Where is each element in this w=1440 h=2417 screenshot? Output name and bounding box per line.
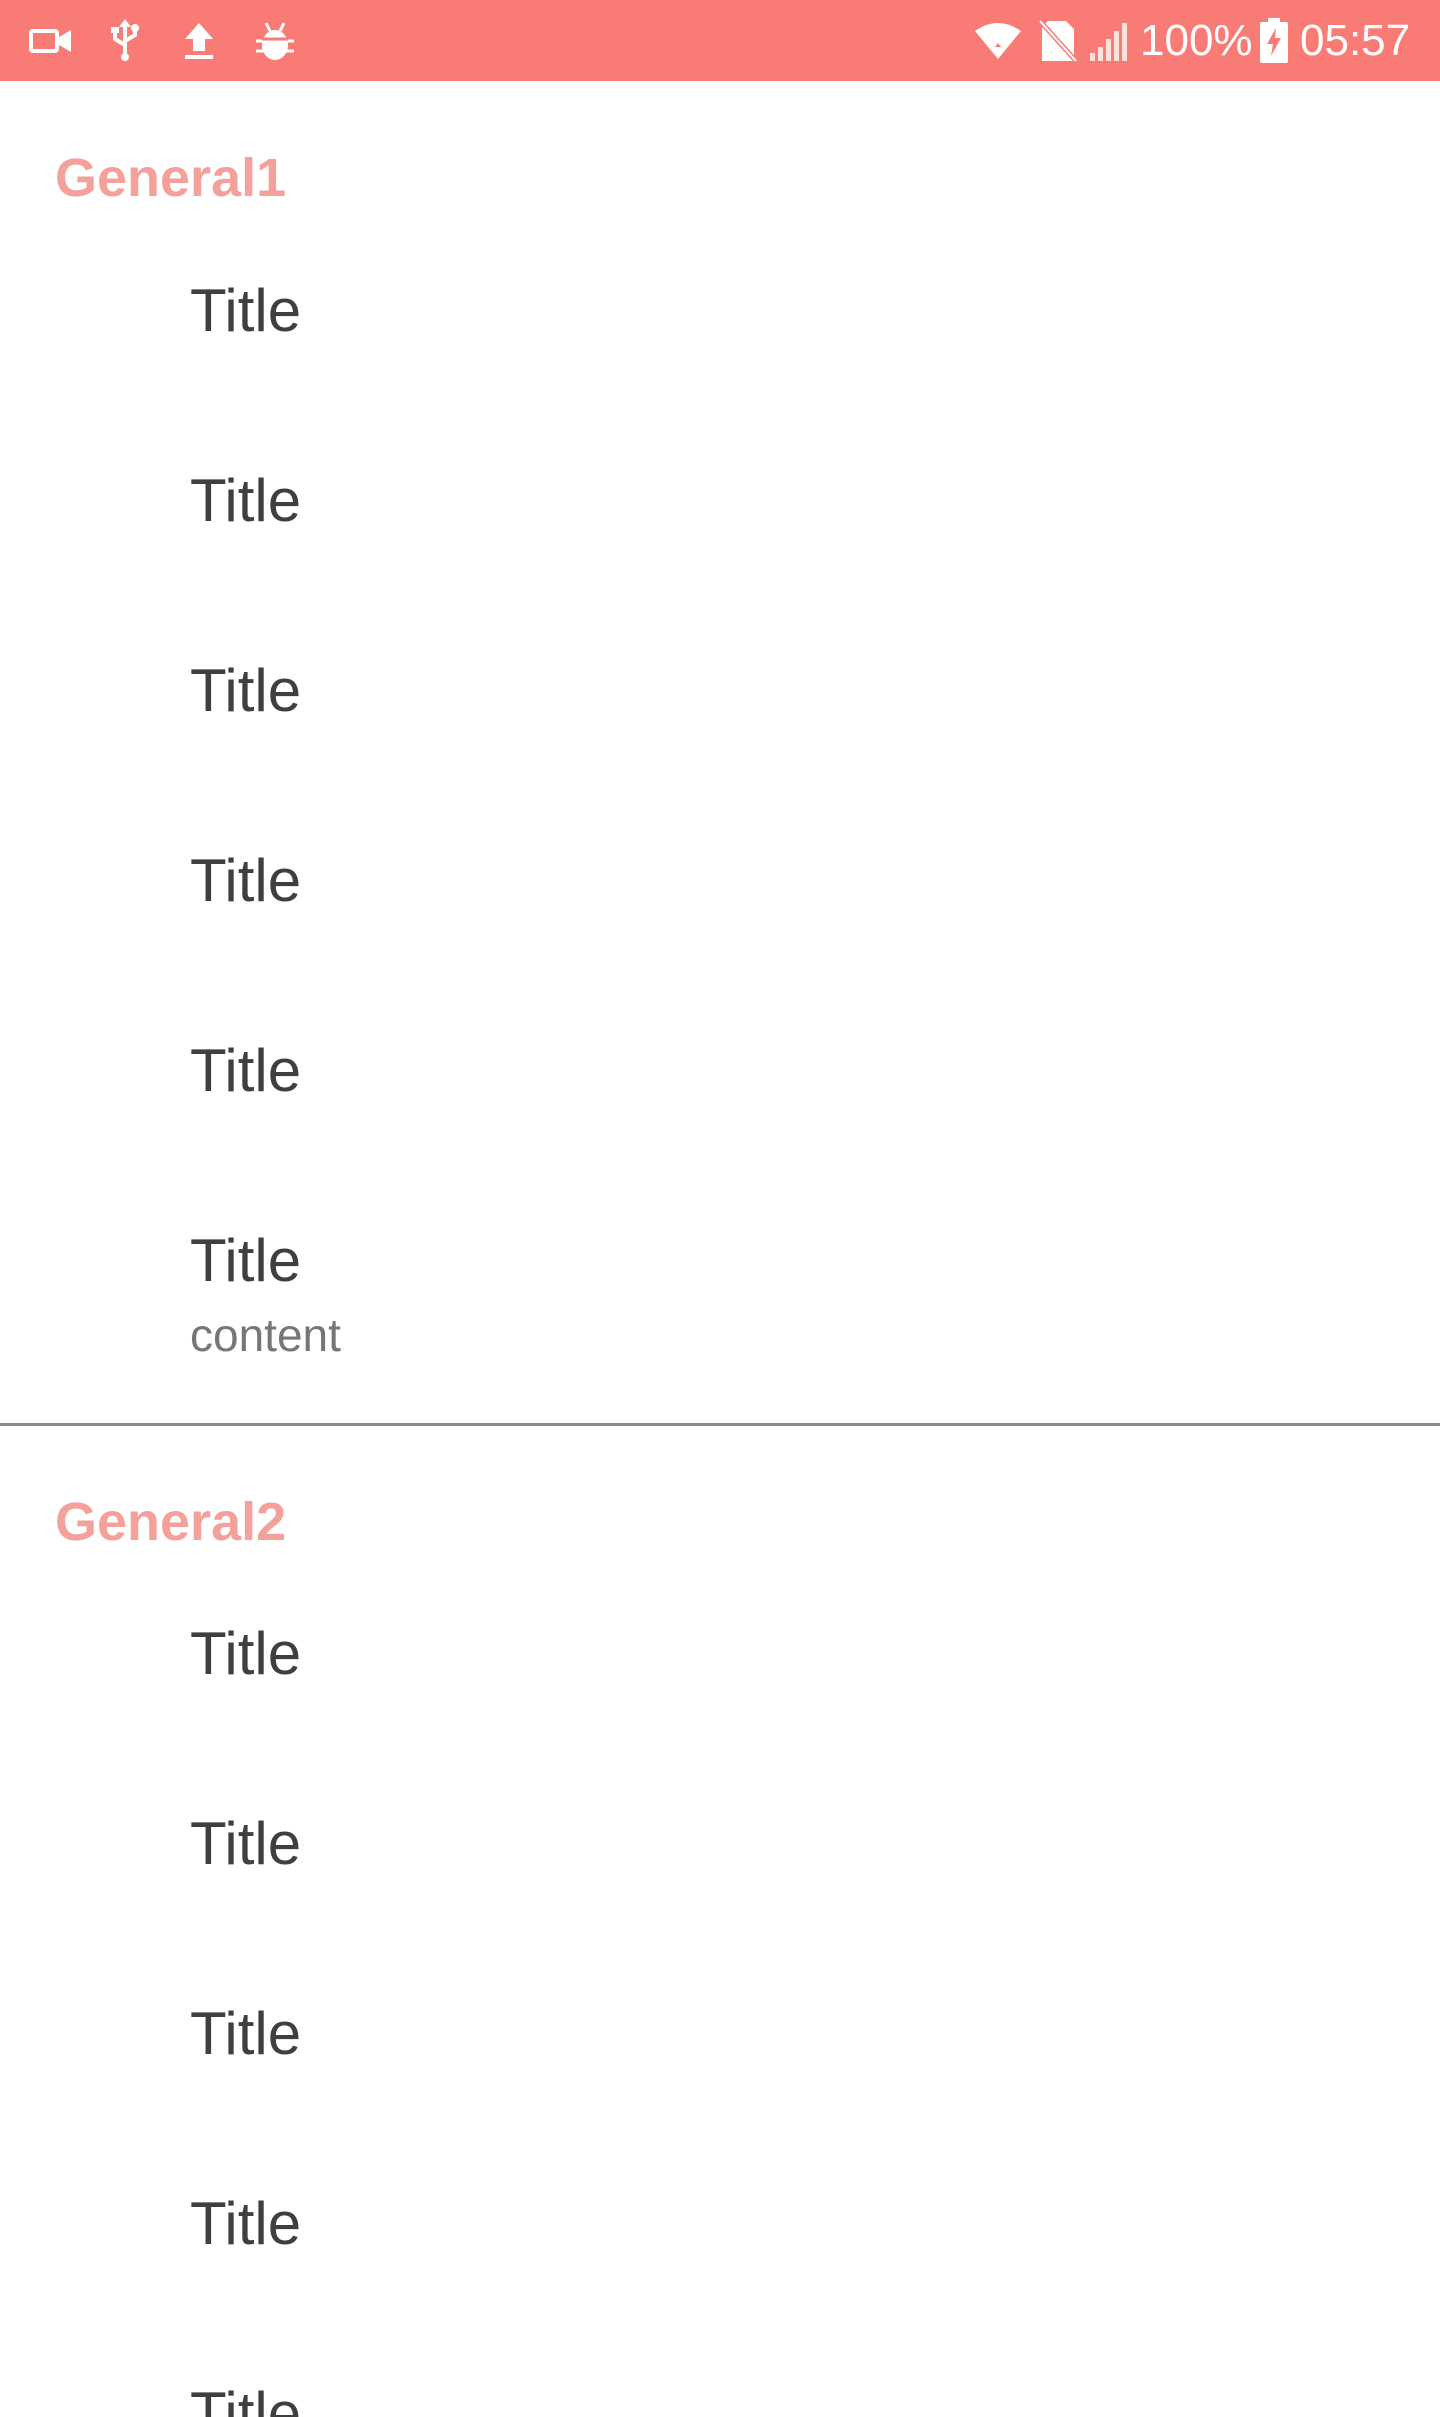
preference-list: General1 Title Title Title Title Title T…: [0, 81, 1440, 2417]
preference-item[interactable]: Title: [0, 2379, 1440, 2417]
preference-item[interactable]: Title: [0, 1999, 1440, 2189]
section-divider: [0, 1423, 1440, 1426]
preference-title: Title: [190, 2000, 302, 2067]
preference-title: Title: [190, 1620, 302, 1687]
preference-title: Title: [190, 1227, 302, 1294]
preference-item[interactable]: Title: [0, 466, 1440, 656]
video-camera-icon: [26, 0, 76, 81]
preference-item[interactable]: Title content: [0, 1226, 1440, 1446]
no-sim-icon: [1034, 0, 1082, 81]
battery-percent: 100%: [1140, 16, 1253, 65]
preference-item[interactable]: Title: [0, 2189, 1440, 2379]
category-header-general1: General1: [55, 148, 287, 208]
upload-icon: [176, 0, 222, 81]
preference-title: Title: [190, 2190, 302, 2257]
status-bar: 100% 05:57: [0, 0, 1440, 81]
android-debug-icon: [250, 0, 300, 81]
preference-title: Title: [190, 277, 302, 344]
category-header-general2: General2: [55, 1492, 287, 1552]
preference-title: Title: [190, 467, 302, 534]
preference-title: Title: [190, 2380, 302, 2417]
preference-item[interactable]: Title: [0, 656, 1440, 846]
preference-title: Title: [190, 1810, 302, 1877]
preference-item[interactable]: Title: [0, 1036, 1440, 1226]
preference-summary: content: [190, 1309, 341, 1361]
preference-title: Title: [190, 847, 302, 914]
preference-item[interactable]: Title: [0, 1809, 1440, 1999]
usb-icon: [102, 0, 148, 81]
cell-signal-icon: [1086, 0, 1134, 81]
preference-title: Title: [190, 657, 302, 724]
preference-item[interactable]: Title: [0, 846, 1440, 1036]
preference-item[interactable]: Title: [0, 1619, 1440, 1809]
preference-item[interactable]: Title: [0, 276, 1440, 466]
clock-time: 05:57: [1300, 16, 1411, 65]
battery-charging-icon: [1256, 0, 1292, 81]
preference-title: Title: [190, 1037, 302, 1104]
wifi-icon: [970, 0, 1026, 81]
